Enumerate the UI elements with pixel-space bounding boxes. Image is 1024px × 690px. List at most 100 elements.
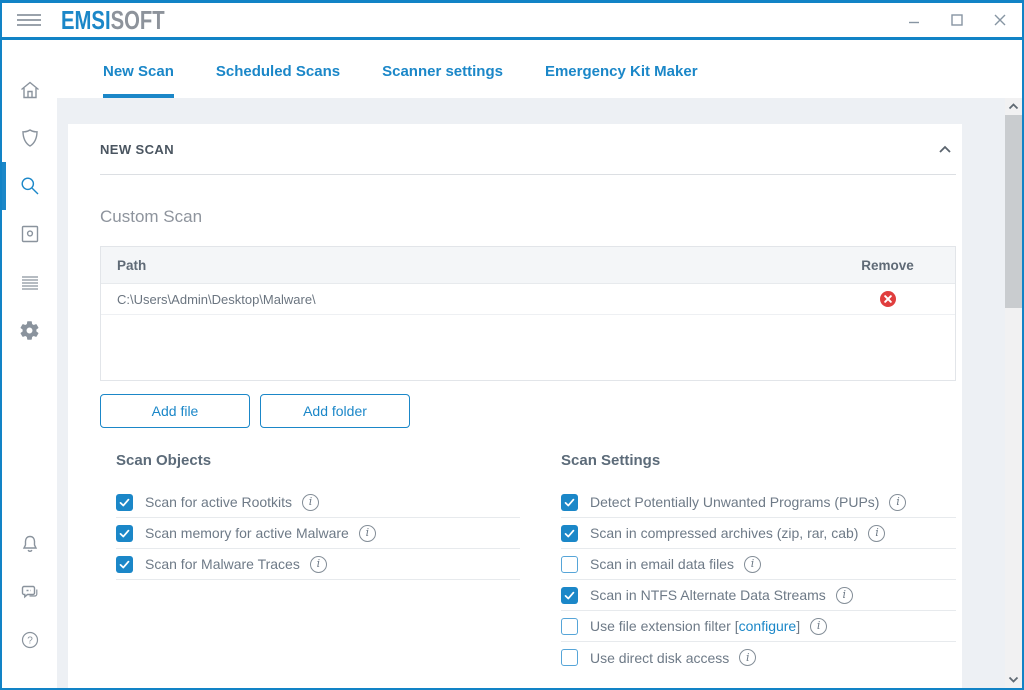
scan-setting-row: Scan in compressed archives (zip, rar, c… — [561, 518, 956, 549]
scan-object-title: Scan Objects — [116, 452, 520, 469]
bell-icon — [18, 532, 42, 556]
options-columns: Scan ObjectsScan for active RootkitsiSca… — [100, 444, 956, 673]
maximize-button[interactable] — [949, 12, 965, 28]
check-icon — [563, 589, 576, 602]
column-header-path: Path — [101, 258, 820, 273]
sidebar-item-settings[interactable] — [2, 306, 57, 354]
checkbox-label: Use file extension filter [configure] — [590, 618, 800, 634]
minimize-button[interactable] — [906, 12, 922, 28]
scan-settings-section: Scan Settings Detect Potentially Unwanted… — [545, 444, 956, 673]
info-icon[interactable]: i — [359, 525, 376, 542]
path-cell: C:\Users\Admin\Desktop\Malware\ — [101, 292, 820, 307]
panel-header: NEW SCAN — [100, 124, 956, 175]
checkbox[interactable] — [116, 556, 133, 573]
close-icon — [993, 13, 1007, 27]
maximize-icon — [950, 13, 964, 27]
chat-icon — [18, 580, 42, 604]
content-area: NEW SCAN Custom Scan Path Remove C:\User… — [57, 98, 1022, 688]
svg-text:?: ? — [27, 636, 33, 647]
configure-link[interactable]: configure — [739, 618, 797, 634]
info-icon[interactable]: i — [868, 525, 885, 542]
checkbox[interactable] — [561, 494, 578, 511]
search-icon — [18, 174, 42, 198]
checkbox-label: Scan in NTFS Alternate Data Streams — [590, 587, 826, 603]
sidebar-item-home[interactable] — [2, 66, 57, 114]
scrollbar[interactable] — [1005, 98, 1022, 688]
checkbox-label: Scan for active Rootkits — [145, 494, 292, 510]
info-icon[interactable]: i — [810, 618, 827, 635]
checkbox-label: Scan for Malware Traces — [145, 556, 300, 572]
checkbox[interactable] — [561, 556, 578, 573]
checkbox[interactable] — [561, 649, 578, 666]
tab-emergency-kit-maker[interactable]: Emergency Kit Maker — [545, 40, 698, 98]
check-icon — [118, 558, 131, 571]
info-icon[interactable]: i — [744, 556, 761, 573]
tab-new-scan[interactable]: New Scan — [103, 40, 174, 98]
help-icon: ? — [18, 628, 42, 652]
add-file-button[interactable]: Add file — [100, 394, 250, 428]
close-button[interactable] — [992, 12, 1008, 28]
sidebar-item-notifications[interactable] — [2, 520, 57, 568]
sidebar-item-scanner[interactable] — [2, 162, 57, 210]
info-icon[interactable]: i — [889, 494, 906, 511]
info-icon[interactable]: i — [836, 587, 853, 604]
checkbox[interactable] — [116, 525, 133, 542]
checkbox[interactable] — [561, 587, 578, 604]
info-icon[interactable]: i — [302, 494, 319, 511]
window-controls — [906, 12, 1022, 28]
remove-icon — [879, 290, 897, 308]
sidebar-item-logs[interactable] — [2, 258, 57, 306]
scan-setting-row: Use direct disk access i — [561, 642, 956, 673]
info-icon[interactable]: i — [739, 649, 756, 666]
checkbox[interactable] — [116, 494, 133, 511]
logo-primary: EMSI — [61, 5, 111, 35]
tab-scheduled-scans[interactable]: Scheduled Scans — [216, 40, 340, 98]
gear-icon — [18, 319, 41, 342]
scroll-down-button[interactable] — [1005, 671, 1022, 688]
scan-setting-row: Scan in NTFS Alternate Data Streams i — [561, 580, 956, 611]
checkbox-label: Use direct disk access — [590, 650, 729, 666]
sidebar-item-messages[interactable] — [2, 568, 57, 616]
tab-bar: New Scan Scheduled Scans Scanner settings E… — [57, 40, 1022, 98]
scroll-down-icon — [1008, 676, 1019, 683]
panel-title: NEW SCAN — [100, 142, 174, 157]
sidebar-item-protection[interactable] — [2, 114, 57, 162]
remove-path-button[interactable] — [879, 290, 897, 308]
table-row: C:\Users\Admin\Desktop\Malware\ — [101, 284, 955, 315]
app-window: EMSISOFT — [0, 0, 1024, 690]
column-header-remove: Remove — [820, 258, 955, 273]
scan-setting-row: Scan in email data files i — [561, 549, 956, 580]
check-icon — [563, 496, 576, 509]
logo-secondary: SOFT — [111, 5, 165, 35]
info-icon[interactable]: i — [310, 556, 327, 573]
scan-object-row: Scan for Malware Traces i — [116, 549, 520, 580]
path-table: Path Remove C:\Users\Admin\Desktop\Malwa… — [100, 246, 956, 381]
checkbox[interactable] — [561, 618, 578, 635]
path-actions: Add file Add folder — [100, 394, 956, 428]
shield-icon — [18, 126, 42, 150]
app-logo: EMSISOFT — [61, 5, 165, 36]
scan-setting-row: Use file extension filter [configure] i — [561, 611, 956, 642]
checkbox[interactable] — [561, 525, 578, 542]
check-icon — [118, 527, 131, 540]
checkbox-label: Detect Potentially Unwanted Programs (PU… — [590, 494, 879, 510]
tab-scanner-settings[interactable]: Scanner settings — [382, 40, 503, 98]
sidebar-item-help[interactable]: ? — [2, 616, 57, 664]
home-icon — [18, 78, 42, 102]
scrollbar-thumb[interactable] — [1005, 115, 1022, 308]
scan-objects-section: Scan ObjectsScan for active RootkitsiSca… — [100, 444, 520, 673]
collapse-button[interactable] — [934, 141, 956, 158]
scan-object-row: Scan memory for active Malwarei — [116, 518, 520, 549]
logs-icon — [18, 270, 42, 294]
check-icon — [563, 527, 576, 540]
menu-icon[interactable] — [17, 12, 43, 28]
sidebar: ? — [2, 40, 57, 688]
add-folder-button[interactable]: Add folder — [260, 394, 410, 428]
table-empty-area — [101, 315, 955, 380]
sidebar-item-quarantine[interactable] — [2, 210, 57, 258]
checkbox-label: Scan in email data files — [590, 556, 734, 572]
scan-type-label: Custom Scan — [100, 207, 956, 227]
scan-setting-title: Scan Settings — [561, 452, 956, 469]
scroll-up-button[interactable] — [1005, 98, 1022, 115]
quarantine-icon — [18, 222, 42, 246]
